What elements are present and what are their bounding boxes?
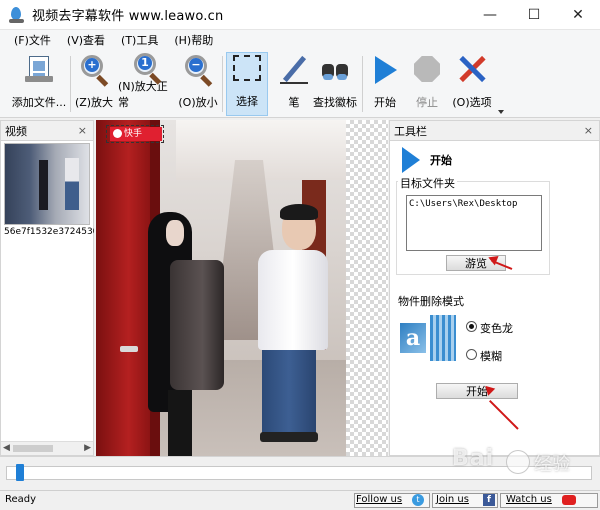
- mode-preview-image-blur: [430, 315, 456, 361]
- tool-panel-header: 工具栏 ×: [390, 121, 599, 141]
- video-frame: 快手: [96, 120, 346, 456]
- select-label: 选择: [236, 95, 258, 108]
- zoom-in-icon: +: [78, 54, 110, 87]
- toolbar-separator: [362, 56, 363, 112]
- menu-tools[interactable]: (T)工具: [121, 32, 158, 48]
- twitter-icon[interactable]: t: [412, 494, 424, 506]
- facebook-icon[interactable]: f: [483, 494, 495, 506]
- title-bar: 视频去字幕软件 www.leawo.cn — ☐ ✕: [0, 0, 600, 30]
- youtube-icon[interactable]: [562, 495, 576, 505]
- minimize-button[interactable]: —: [468, 0, 512, 30]
- start-heading: 开始: [430, 154, 452, 167]
- zoom-normal-icon: 1: [131, 52, 163, 85]
- app-logo-icon: [8, 6, 26, 24]
- mode-preview-image: a: [400, 323, 426, 353]
- close-button[interactable]: ✕: [556, 0, 600, 30]
- video-list-panel: 视频 × 56e7f1532e3724530 ◀ ▶: [0, 120, 94, 456]
- status-text: Ready: [5, 494, 37, 505]
- scroll-left-icon[interactable]: ◀: [3, 443, 10, 453]
- toolbar-separator: [70, 56, 71, 112]
- chevron-down-icon[interactable]: [498, 110, 504, 114]
- close-icon[interactable]: ×: [584, 124, 593, 137]
- zoom-out-button[interactable]: − (O)放小: [178, 52, 218, 116]
- transparent-area: [346, 120, 388, 456]
- watermark-selection[interactable]: 快手: [106, 125, 164, 143]
- pen-icon: [278, 54, 310, 86]
- baidu-watermark: Bai: [452, 446, 495, 471]
- play-icon[interactable]: [402, 147, 420, 173]
- menu-bar: (F)文件 (V)查看 (T)工具 (H)帮助: [0, 30, 600, 50]
- status-bar: Ready Follow us t Join us f Watch us: [0, 490, 600, 510]
- zoom-out-icon: −: [182, 54, 214, 87]
- tool-panel-title: 工具栏: [394, 124, 427, 138]
- menu-help[interactable]: (H)帮助: [174, 32, 213, 48]
- scrollbar-thumb[interactable]: [13, 445, 53, 452]
- find-logo-label: 查找徽标: [313, 96, 357, 109]
- add-file-icon: [23, 54, 55, 86]
- select-tool-button[interactable]: 选择: [226, 52, 268, 116]
- zoom-in-label: (Z)放大: [74, 96, 114, 109]
- stop-label: 停止: [416, 96, 438, 109]
- add-file-button[interactable]: 添加文件...: [10, 52, 68, 116]
- follow-us-link[interactable]: Follow us: [356, 494, 402, 505]
- timeline-slider-thumb[interactable]: [15, 464, 24, 481]
- zoom-in-button[interactable]: + (Z)放大: [74, 52, 114, 116]
- join-us-link[interactable]: Join us: [436, 494, 469, 505]
- scroll-right-icon[interactable]: ▶: [84, 443, 91, 453]
- pen-label: 笔: [288, 96, 300, 109]
- video-panel-title: 视频: [5, 124, 27, 138]
- menu-file[interactable]: (F)文件: [14, 32, 51, 48]
- binoculars-icon: [319, 54, 351, 86]
- window-title: 视频去字幕软件 www.leawo.cn: [32, 9, 224, 24]
- zoom-out-label: (O)放小: [178, 96, 218, 109]
- tools-icon: [456, 54, 488, 86]
- toolbar-separator: [222, 56, 223, 112]
- removal-mode-label: 物件删除模式: [398, 295, 464, 308]
- options-label: (O)选项: [452, 96, 492, 109]
- radio-chameleon[interactable]: [466, 321, 477, 332]
- target-folder-label: 目标文件夹: [398, 175, 457, 191]
- toolbar: 添加文件... + (Z)放大 1 (N)放大正常 − (O)放小 选择 笔 查…: [0, 50, 600, 118]
- radio-chameleon-label: 变色龙: [480, 322, 513, 335]
- radio-blur[interactable]: [466, 349, 477, 360]
- video-thumbnail[interactable]: [4, 143, 90, 225]
- start-process-button[interactable]: 开始: [436, 383, 518, 399]
- close-icon[interactable]: ×: [78, 124, 87, 137]
- baidu-watermark-sub: 经验: [534, 454, 570, 475]
- video-panel-header: 视频 ×: [1, 121, 93, 141]
- video-panel-scrollbar[interactable]: ◀ ▶: [1, 441, 93, 455]
- zoom-normal-button[interactable]: 1 (N)放大正常: [118, 52, 176, 116]
- target-folder-field[interactable]: C:\Users\Rex\Desktop: [406, 195, 542, 251]
- start-button[interactable]: 开始: [368, 52, 402, 116]
- timeline-track[interactable]: [6, 466, 592, 480]
- zoom-normal-label: (N)放大正常: [118, 80, 168, 109]
- stop-button[interactable]: 停止: [410, 52, 444, 116]
- options-button[interactable]: (O)选项: [450, 52, 494, 116]
- baidu-paw-icon: [506, 450, 530, 474]
- start-label: 开始: [374, 96, 396, 109]
- select-rectangle-icon: [231, 53, 263, 85]
- watch-us-link[interactable]: Watch us: [506, 494, 552, 505]
- video-filename: 56e7f1532e3724530: [4, 227, 94, 237]
- pen-tool-button[interactable]: 笔: [276, 52, 312, 116]
- find-logo-button[interactable]: 查找徽标: [312, 52, 358, 116]
- stop-icon: [411, 54, 443, 86]
- add-file-label: 添加文件...: [11, 96, 67, 109]
- play-icon: [369, 54, 401, 86]
- maximize-button[interactable]: ☐: [512, 0, 556, 30]
- menu-view[interactable]: (V)查看: [67, 32, 105, 48]
- radio-blur-label: 模糊: [480, 350, 502, 363]
- watermark-logo: 快手: [110, 127, 162, 141]
- video-preview[interactable]: 快手: [96, 120, 388, 456]
